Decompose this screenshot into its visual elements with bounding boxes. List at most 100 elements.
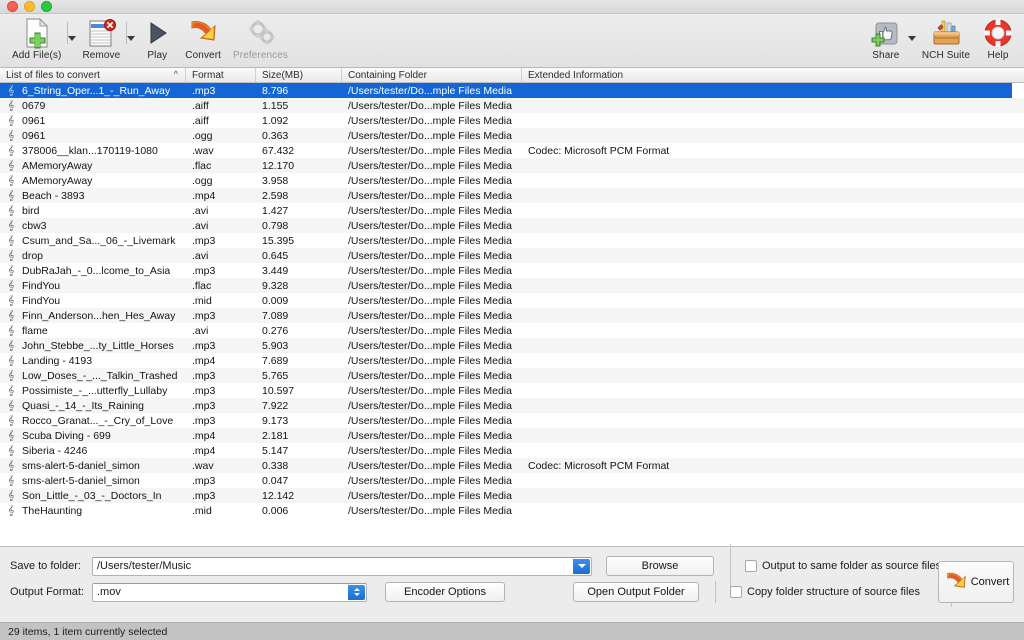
convert-toolbar-button[interactable]: Convert — [179, 14, 227, 61]
table-row[interactable]: 𝄞 flame .avi 0.276/Users/tester/Do...mple F… — [0, 323, 1024, 338]
table-row[interactable]: 𝄞 John_Stebbe_...ty_Little_Horses .mp3 5.90… — [0, 338, 1024, 353]
file-name-cell: AMemoryAway — [22, 159, 93, 172]
add-files-chevron-down-icon[interactable] — [68, 36, 77, 41]
output-settings-panel: Save to folder: /Users/tester/Music Brow… — [0, 544, 1024, 622]
remove-label: Remove — [82, 50, 121, 61]
file-folder-cell: /Users/tester/Do...mple Files Media — [348, 354, 512, 367]
remove-chevron-down-icon[interactable] — [127, 36, 136, 41]
share-chevron-down-icon[interactable] — [907, 36, 916, 41]
table-row[interactable]: 𝄞 TheHaunting .mid 0.006/Users/tester/Do...… — [0, 503, 1024, 518]
table-row[interactable]: 𝄞 0961 .ogg 0.363/Users/tester/Do...mple Fi… — [0, 128, 1024, 143]
table-row[interactable]: 𝄞 Finn_Anderson...hen_Hes_Away .mp3 7.089/U… — [0, 308, 1024, 323]
table-row[interactable]: 𝄞 cbw3 .avi 0.798/Users/tester/Do...mple Fi… — [0, 218, 1024, 233]
encoder-options-button[interactable]: Encoder Options — [385, 582, 505, 602]
main-toolbar: Add File(s) Remove Play Convert Preferen… — [0, 14, 1024, 68]
file-format-cell: .avi — [192, 219, 209, 232]
table-row[interactable]: 𝄞 6_String_Oper...1_-_Run_Away .mp3 8.796/U… — [0, 83, 1012, 98]
window-minimize-button[interactable] — [24, 1, 35, 12]
table-row[interactable]: 𝄞 0961 .aiff 1.092/Users/tester/Do...mple F… — [0, 113, 1024, 128]
column-header-format[interactable]: Format — [186, 68, 256, 82]
play-button[interactable]: Play — [135, 14, 179, 61]
table-row[interactable]: 𝄞 AMemoryAway .ogg 3.958/Users/tester/Do...… — [0, 173, 1024, 188]
column-header-size[interactable]: Size(MB) — [256, 68, 342, 82]
file-format-cell: .flac — [192, 279, 212, 292]
table-row[interactable]: 𝄞 Beach - 3893 .mp4 2.598/Users/tester/Do..… — [0, 188, 1024, 203]
output-same-folder-label: Output to same folder as source files — [762, 560, 942, 572]
table-row[interactable]: 𝄞 Csum_and_Sa..._06_-_Livemark .mp3 15.395 /… — [0, 233, 1024, 248]
window-close-button[interactable] — [7, 1, 18, 12]
file-name-cell: AMemoryAway — [22, 174, 93, 187]
file-name-cell: Rocco_Granat..._-_Cry_of_Love — [22, 414, 174, 427]
output-same-folder-checkbox[interactable] — [745, 560, 757, 572]
add-files-button[interactable]: Add File(s) — [6, 14, 67, 61]
file-size-cell: 5.147 — [262, 444, 289, 457]
save-to-folder-chevron-down-icon[interactable] — [573, 558, 590, 574]
table-row[interactable]: 𝄞 Son_Little_-_03_-_Doctors_In .mp3 12.142 /… — [0, 488, 1024, 503]
open-output-folder-button[interactable]: Open Output Folder — [573, 582, 699, 602]
column-header-name[interactable]: List of files to convert ^ — [0, 68, 186, 82]
preferences-label: Preferences — [233, 50, 289, 61]
music-note-icon: 𝄞 — [7, 490, 15, 501]
file-name-cell: Possimiste_-_...utterfly_Lullaby — [22, 384, 168, 397]
column-header-folder[interactable]: Containing Folder — [342, 68, 522, 82]
table-row[interactable]: 𝄞 378006__klan...170119-1080 .wav 67.432/Us… — [0, 143, 1024, 158]
preferences-button[interactable]: Preferences — [227, 14, 294, 61]
window-maximize-button[interactable] — [41, 1, 52, 12]
browse-button[interactable]: Browse — [606, 556, 714, 576]
table-row[interactable]: 𝄞 sms-alert-5-daniel_simon .wav 0.338/Users… — [0, 458, 1024, 473]
table-row[interactable]: 𝄞 Rocco_Granat..._-_Cry_of_Love .mp3 9.173 /… — [0, 413, 1024, 428]
remove-group: Remove — [76, 14, 136, 61]
copy-folder-structure-checkbox-row[interactable]: Copy folder structure of source files — [730, 581, 920, 603]
music-note-icon: 𝄞 — [7, 310, 15, 321]
file-size-cell: 0.009 — [262, 294, 289, 307]
table-row[interactable]: 𝄞 FindYou .flac 9.328/Users/tester/Do...mpl… — [0, 278, 1024, 293]
status-bar: 29 items, 1 item currently selected — [0, 622, 1024, 640]
file-extended-cell: Codec: Microsoft PCM Format — [528, 459, 670, 472]
file-size-cell: 1.427 — [262, 204, 289, 217]
file-size-cell: 9.173 — [262, 414, 289, 427]
table-row[interactable]: 𝄞 bird .avi 1.427/Users/tester/Do...mple Fi… — [0, 203, 1024, 218]
copy-folder-structure-checkbox[interactable] — [730, 586, 742, 598]
table-row[interactable]: 𝄞 Siberia - 4246 .mp4 5.147/Users/tester/Do… — [0, 443, 1024, 458]
help-lifering-icon — [982, 17, 1014, 49]
output-format-select[interactable]: .mov — [92, 582, 367, 602]
table-row[interactable]: 𝄞 Quasi_-_14_-_Its_Raining .mp3 7.922/Users… — [0, 398, 1024, 413]
file-folder-cell: /Users/tester/Do...mple Files Media — [348, 189, 512, 202]
save-to-folder-input[interactable]: /Users/tester/Music — [92, 556, 592, 576]
music-note-icon: 𝄞 — [7, 205, 15, 216]
nch-suite-button[interactable]: NCH Suite — [916, 14, 976, 61]
file-name-cell: 0961 — [22, 129, 46, 142]
table-row[interactable]: 𝄞 AMemoryAway .flac 12.170/Users/tester/Do.… — [0, 158, 1024, 173]
file-name-cell: Quasi_-_14_-_Its_Raining — [22, 399, 144, 412]
table-row[interactable]: 𝄞 DubRaJah_-_0...lcome_to_Asia .mp3 3.449/U… — [0, 263, 1024, 278]
table-row[interactable]: 𝄞 drop .avi 0.645/Users/tester/Do...mple Fi… — [0, 248, 1024, 263]
file-name-cell: cbw3 — [22, 219, 47, 232]
share-button[interactable]: Share — [864, 14, 908, 61]
output-format-value: .mov — [97, 586, 121, 598]
help-button[interactable]: Help — [976, 14, 1020, 61]
table-row[interactable]: 𝄞 Scuba Diving - 699 .mp4 2.181/Users/teste… — [0, 428, 1024, 443]
music-note-icon: 𝄞 — [7, 130, 15, 141]
status-bar-text: 29 items, 1 item currently selected — [8, 625, 168, 638]
file-name-cell: 0961 — [22, 114, 46, 127]
share-thumbsup-icon — [870, 17, 902, 49]
music-note-icon: 𝄞 — [7, 115, 15, 126]
music-note-icon: 𝄞 — [7, 400, 15, 411]
file-folder-cell: /Users/tester/Do...mple Files Media — [348, 264, 512, 277]
column-header-extended[interactable]: Extended Information — [522, 68, 1013, 82]
file-format-cell: .mp3 — [192, 369, 216, 382]
file-list[interactable]: 𝄞 6_String_Oper...1_-_Run_Away .mp3 8.796/U… — [0, 83, 1024, 546]
remove-button[interactable]: Remove — [76, 14, 126, 61]
table-row[interactable]: 𝄞 Possimiste_-_...utterfly_Lullaby .mp3 10.… — [0, 383, 1024, 398]
output-same-folder-checkbox-row[interactable]: Output to same folder as source files — [745, 555, 941, 577]
output-format-stepper-icon[interactable] — [348, 584, 365, 600]
file-name-cell: Finn_Anderson...hen_Hes_Away — [22, 309, 176, 322]
file-size-cell: 3.958 — [262, 174, 289, 187]
table-row[interactable]: 𝄞 Low_Doses_-_..._Talkin_Trashed .mp3 5.765… — [0, 368, 1024, 383]
file-size-cell: 5.765 — [262, 369, 289, 382]
convert-button[interactable]: Convert — [938, 561, 1014, 603]
table-row[interactable]: 𝄞 sms-alert-5-daniel_simon .mp3 0.047/Users… — [0, 473, 1024, 488]
table-row[interactable]: 𝄞 Landing - 4193 .mp4 7.689/Users/tester/Do… — [0, 353, 1024, 368]
table-row[interactable]: 𝄞 0679 .aiff 1.155/Users/tester/Do...mple F… — [0, 98, 1024, 113]
table-row[interactable]: 𝄞 FindYou .mid 0.009/Users/tester/Do...mple… — [0, 293, 1024, 308]
